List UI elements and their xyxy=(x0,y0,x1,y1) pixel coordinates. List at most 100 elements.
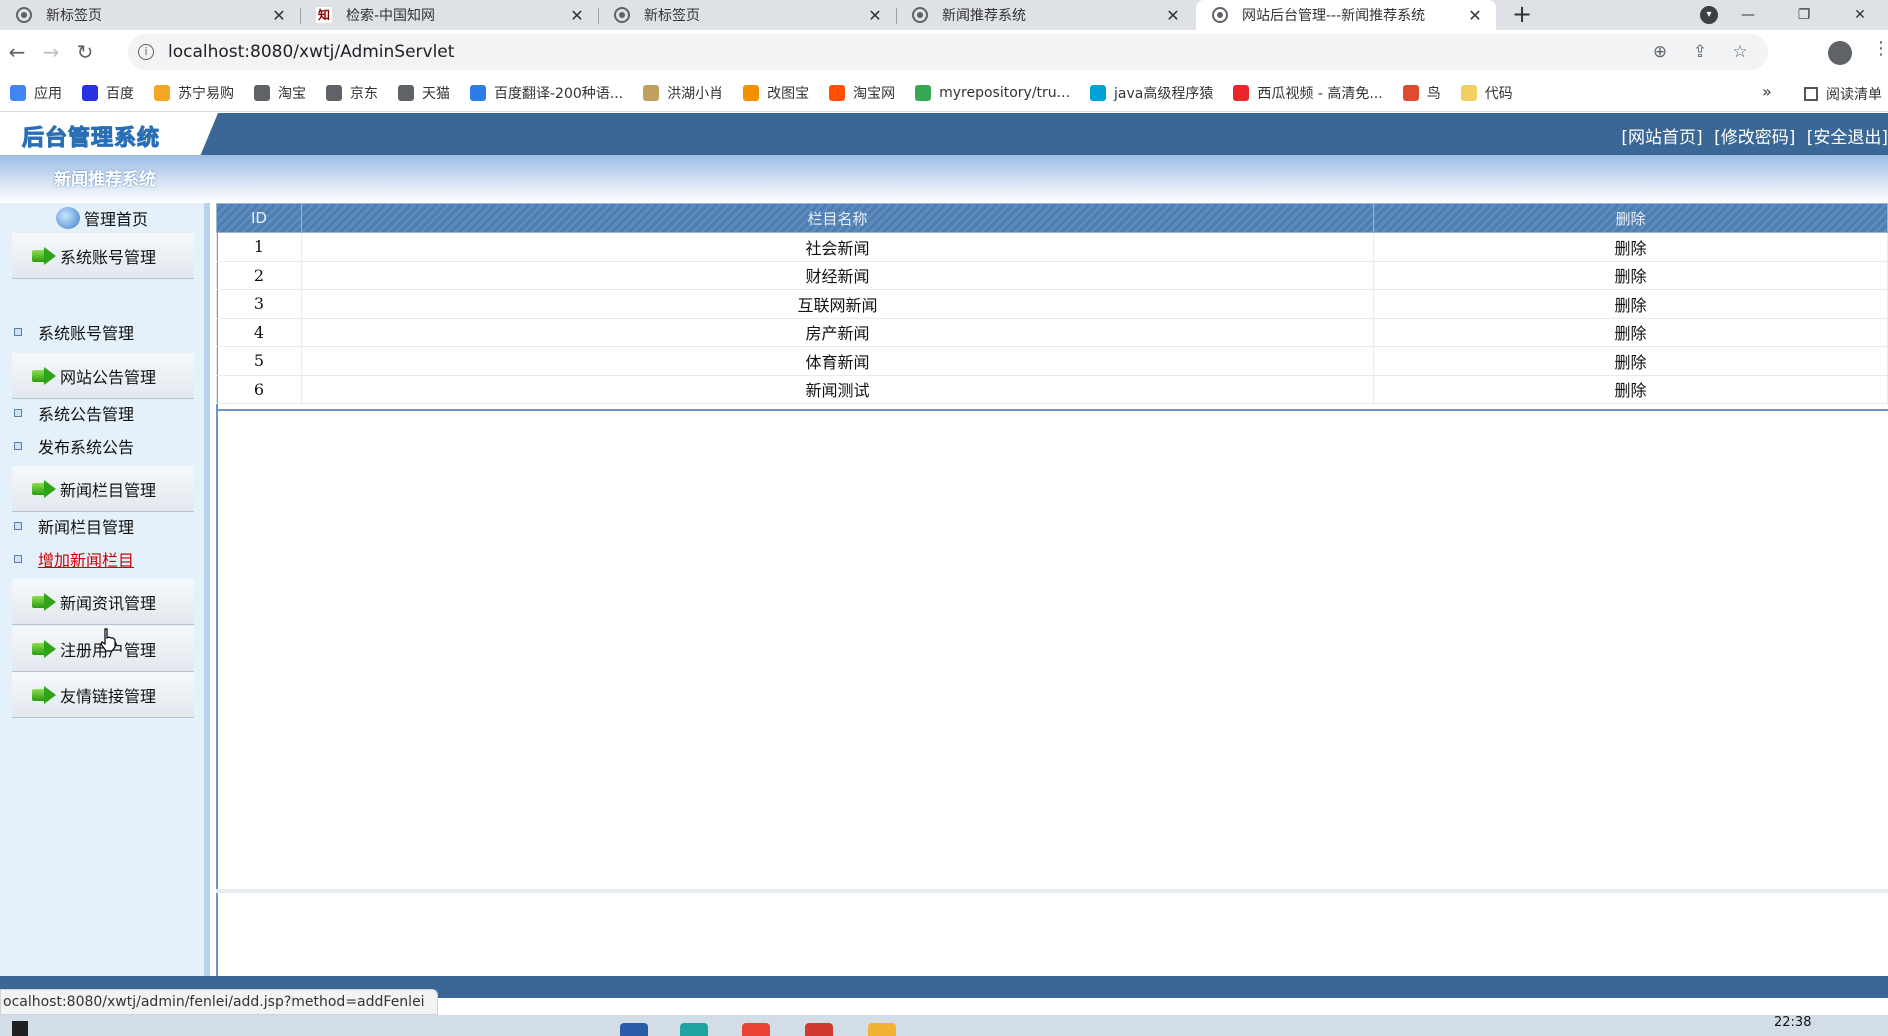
minimize-icon[interactable]: — xyxy=(1720,7,1776,23)
close-icon[interactable]: ✕ xyxy=(270,6,288,25)
delete-link[interactable]: 删除 xyxy=(1373,260,1888,290)
tab-title: 新标签页 xyxy=(644,8,700,24)
cell-id: 3 xyxy=(216,289,302,319)
address-bar[interactable]: i localhost:8080/xwtj/AdminServlet ⊕ ⇪ ☆ xyxy=(128,34,1768,70)
bookmark-item[interactable]: 代码 xyxy=(1460,83,1513,103)
taskbar-app-icon[interactable] xyxy=(620,1023,648,1036)
table-header-row: ID 栏目名称 删除 xyxy=(216,203,1888,233)
column-header-delete: 删除 xyxy=(1373,203,1888,233)
bookmark-label: 淘宝网 xyxy=(853,85,896,102)
content-divider xyxy=(216,889,1888,893)
bookmark-item[interactable]: 改图宝 xyxy=(743,83,809,103)
bookmark-item[interactable]: java高级程序猿 xyxy=(1090,83,1213,103)
bookmark-item[interactable]: 洪湖小肖 xyxy=(643,83,723,103)
bookmark-item[interactable]: 淘宝 xyxy=(254,83,306,103)
green-arrow-icon xyxy=(32,639,58,658)
pen-icon xyxy=(643,84,660,101)
url-text[interactable]: localhost:8080/xwtj/AdminServlet xyxy=(168,42,454,62)
menu-group-announcements[interactable]: 网站公告管理 xyxy=(12,353,194,399)
close-window-icon[interactable]: ✕ xyxy=(1832,7,1888,23)
back-icon[interactable]: ← xyxy=(0,40,34,64)
bookmark-item[interactable]: 百度翻译-200种语... xyxy=(470,83,623,103)
windows-start-icon[interactable] xyxy=(12,1021,28,1036)
green-arrow-icon xyxy=(32,592,58,611)
reload-icon[interactable]: ↻ xyxy=(68,40,102,64)
tab-search-icon[interactable]: ▾ xyxy=(1700,6,1718,24)
close-icon[interactable]: ✕ xyxy=(1164,6,1182,25)
tab-title: 新标签页 xyxy=(46,8,102,24)
bookmark-item[interactable]: 天猫 xyxy=(398,83,450,103)
green-arrow-icon xyxy=(32,479,58,498)
admin-home-link[interactable]: 管理首页 xyxy=(56,205,148,231)
delete-link[interactable]: 删除 xyxy=(1373,232,1888,262)
forward-icon[interactable]: → xyxy=(34,40,68,64)
reading-list[interactable]: 阅读清单 xyxy=(1804,84,1882,104)
change-password-link[interactable]: [修改密码] xyxy=(1714,128,1795,148)
close-icon[interactable]: ✕ xyxy=(866,6,884,25)
bookmark-label: 改图宝 xyxy=(767,85,810,102)
globe-icon xyxy=(254,84,270,101)
header-links: [网站首页] [修改密码] [安全退出] xyxy=(1615,123,1888,148)
bookmark-item[interactable]: 西瓜视频 - 高清免... xyxy=(1233,83,1383,103)
bookmark-item[interactable]: 苏宁易购 xyxy=(154,83,234,103)
menu-group-news-columns[interactable]: 新闻栏目管理 xyxy=(12,466,194,512)
menu-group-title: 网站公告管理 xyxy=(60,367,157,387)
bookmark-item[interactable]: 百度 xyxy=(82,83,134,103)
browser-menu-icon[interactable]: ⋮ xyxy=(1872,38,1888,59)
delete-link[interactable]: 删除 xyxy=(1373,374,1888,404)
browser-tab-active[interactable]: 网站后台管理---新闻推荐系统 ✕ xyxy=(1196,0,1496,30)
chrome-icon xyxy=(16,7,32,23)
delete-link[interactable]: 删除 xyxy=(1373,289,1888,319)
browser-tab[interactable]: 新标签页 ✕ xyxy=(0,0,300,30)
browser-tab[interactable]: 新闻推荐系统 ✕ xyxy=(896,0,1194,30)
bullet-icon xyxy=(14,522,22,530)
bookmark-label: 应用 xyxy=(34,85,62,102)
bookmark-item[interactable]: myrepository/tru... xyxy=(915,84,1070,101)
sidebar-item-announcement-management[interactable]: 系统公告管理 xyxy=(14,402,134,424)
green-arrow-icon xyxy=(32,685,58,704)
sidebar-item-label: 发布系统公告 xyxy=(38,438,135,457)
delete-link[interactable]: 删除 xyxy=(1373,317,1888,347)
menu-group-friend-links[interactable]: 友情链接管理 xyxy=(12,672,194,718)
browser-tab[interactable]: 知 检索-中国知网 ✕ xyxy=(300,0,598,30)
taskbar-app-icon[interactable] xyxy=(680,1023,708,1036)
new-tab-button[interactable]: + xyxy=(1510,0,1534,30)
cell-id: 2 xyxy=(216,260,302,290)
bookmark-label: 百度 xyxy=(106,85,134,102)
green-arrow-icon xyxy=(32,366,58,385)
sidebar-item-label: 增加新闻栏目 xyxy=(38,551,135,570)
globe-computer-icon xyxy=(56,207,80,229)
bookmark-item[interactable]: 应用 xyxy=(10,83,62,103)
column-table: ID 栏目名称 删除 1 社会新闻 删除 2 财经新闻 删除 3 互联网新闻 删除 4 房产新闻 删除… xyxy=(216,203,1888,404)
bookmark-item[interactable]: 鸟 xyxy=(1402,83,1441,103)
bookmark-item[interactable]: 淘宝网 xyxy=(829,83,895,103)
close-icon[interactable]: ✕ xyxy=(568,6,586,25)
site-home-link[interactable]: [网站首页] xyxy=(1621,128,1702,148)
bookmark-label: 百度翻译-200种语... xyxy=(494,85,624,102)
restore-icon[interactable]: ❐ xyxy=(1776,7,1832,23)
menu-group-accounts[interactable]: 系统账号管理 xyxy=(12,233,194,279)
sidebar-item-publish-announcement[interactable]: 发布系统公告 xyxy=(14,435,134,457)
profile-avatar-icon[interactable] xyxy=(1828,41,1852,65)
bookmarks-overflow-icon[interactable]: » xyxy=(1762,82,1772,101)
chrome-taskbar-icon[interactable] xyxy=(742,1023,770,1036)
zoom-icon[interactable]: ⊕ xyxy=(1640,42,1680,62)
menu-group-news-articles[interactable]: 新闻资讯管理 xyxy=(12,579,194,625)
sidebar-item-account-management[interactable]: 系统账号管理 xyxy=(14,321,134,343)
bookmark-star-icon[interactable]: ☆ xyxy=(1720,42,1760,62)
sidebar-item-add-column[interactable]: 增加新闻栏目 xyxy=(14,548,134,570)
logout-link[interactable]: [安全退出] xyxy=(1807,128,1888,148)
close-icon[interactable]: ✕ xyxy=(1466,6,1484,25)
system-name: 新闻推荐系统 xyxy=(54,170,156,190)
bookmark-item[interactable]: 京东 xyxy=(326,83,378,103)
cell-id: 6 xyxy=(216,374,302,404)
sidebar-item-column-management[interactable]: 新闻栏目管理 xyxy=(14,515,134,537)
bookmark-label: 洪湖小肖 xyxy=(667,85,724,102)
site-info-icon[interactable]: i xyxy=(138,44,154,60)
folder-taskbar-icon[interactable] xyxy=(868,1023,896,1036)
main-content: ID 栏目名称 删除 1 社会新闻 删除 2 财经新闻 删除 3 互联网新闻 删除 4 房产新闻 删除… xyxy=(216,203,1888,998)
share-icon[interactable]: ⇪ xyxy=(1680,42,1720,62)
taskbar-app-icon[interactable] xyxy=(805,1023,833,1036)
delete-link[interactable]: 删除 xyxy=(1373,346,1888,376)
browser-tab[interactable]: 新标签页 ✕ xyxy=(598,0,896,30)
